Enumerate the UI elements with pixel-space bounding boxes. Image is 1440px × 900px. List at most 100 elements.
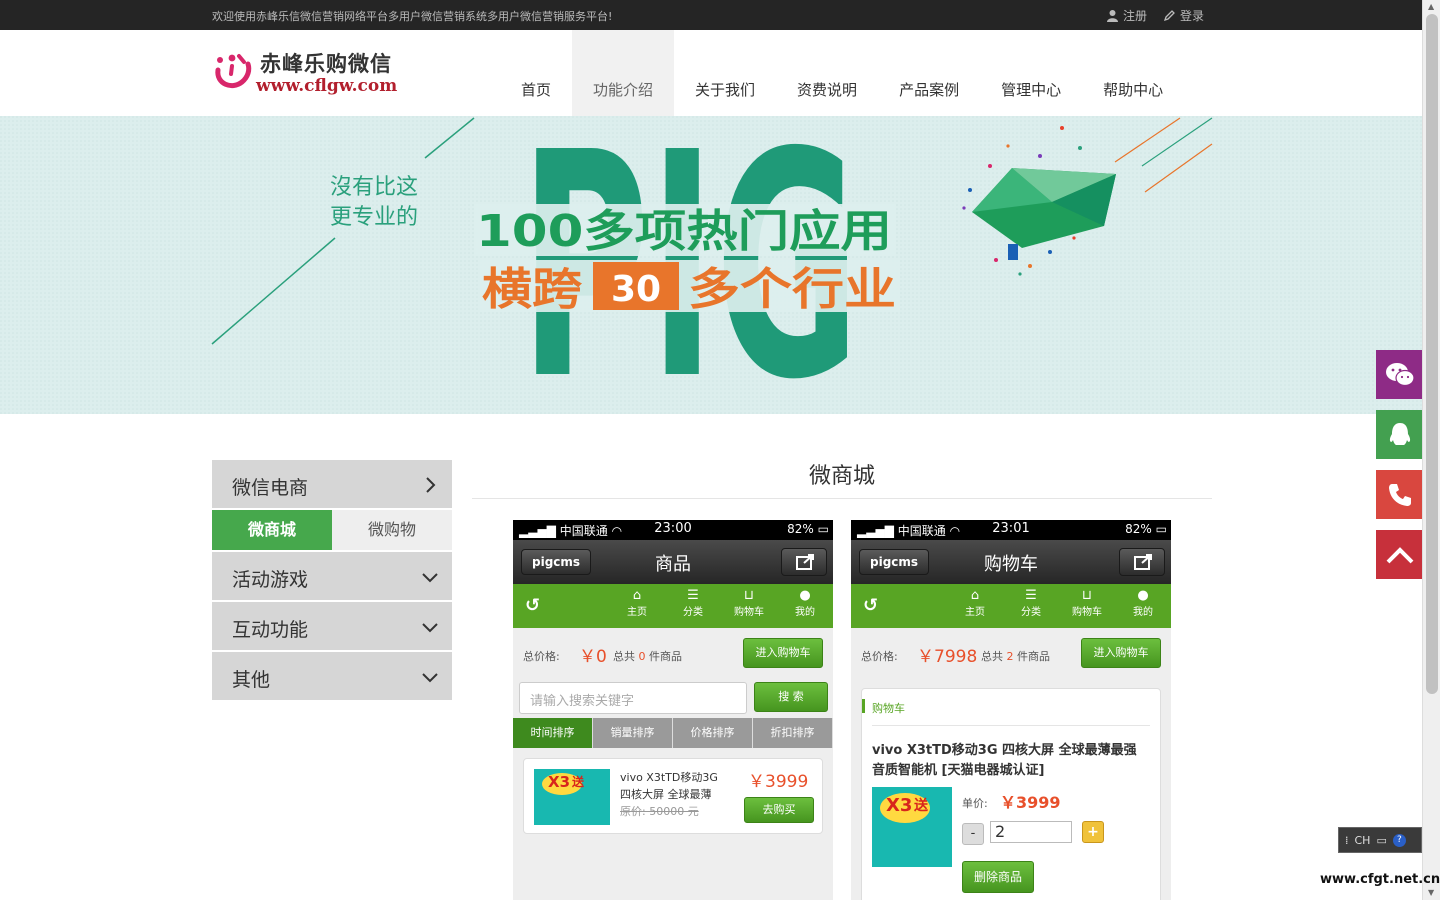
menu-group-games[interactable]: 活动游戏 bbox=[212, 552, 452, 602]
search-button[interactable]: 搜 索 bbox=[754, 682, 828, 712]
nav-item-about[interactable]: 关于我们 bbox=[674, 30, 776, 116]
nav-item-admin[interactable]: 管理中心 bbox=[980, 30, 1082, 116]
tab-cart[interactable]: ⊔ 购物车 bbox=[1059, 584, 1115, 618]
tab-category[interactable]: ☰ 分类 bbox=[665, 584, 721, 618]
scroll-down-icon[interactable]: ▼ bbox=[1428, 888, 1434, 897]
cart-product-image: X3 送 bbox=[872, 787, 952, 867]
product-name-line-2: 四核大屏 全球最薄 bbox=[620, 788, 712, 801]
person-icon: ● bbox=[799, 588, 811, 603]
qty-plus-button[interactable]: + bbox=[1082, 821, 1104, 843]
menu-group-interactive[interactable]: 互动功能 bbox=[212, 602, 452, 652]
count-prefix: 总共 bbox=[981, 650, 1003, 663]
pencil-icon bbox=[1163, 10, 1175, 22]
share-button[interactable] bbox=[781, 548, 827, 576]
menu-group-other[interactable]: 其他 bbox=[212, 652, 452, 702]
delete-item-button[interactable]: 删除商品 bbox=[962, 861, 1034, 893]
phone-float-button[interactable] bbox=[1376, 470, 1423, 519]
nav-item-help[interactable]: 帮助中心 bbox=[1082, 30, 1184, 116]
ime-toolbar[interactable]: ⁞ CH ▭ ? bbox=[1338, 827, 1422, 853]
scrollbar-thumb[interactable] bbox=[1426, 14, 1438, 694]
battery-level: 82% bbox=[787, 522, 814, 536]
banner-slogan-1: 沒有比这 bbox=[330, 175, 418, 200]
help-icon[interactable]: ? bbox=[1392, 833, 1406, 847]
phone-title-bar: pigcms 购物车 bbox=[851, 540, 1171, 584]
logo[interactable]: 赤峰乐购微信 www.cflgw.com bbox=[212, 46, 412, 106]
menu-group-label: 互动功能 bbox=[232, 619, 309, 641]
tab-label: 我的 bbox=[1133, 607, 1153, 618]
tab-mine[interactable]: ● 我的 bbox=[777, 584, 833, 618]
tab-cart[interactable]: ⊔ 购物车 bbox=[721, 584, 777, 618]
qty-input[interactable]: 2 bbox=[990, 821, 1072, 843]
phone-status-bar: ▂▃▅▇ 中国联通 ◠ 23:00 82% ▭ bbox=[513, 520, 833, 540]
tab-mine[interactable]: ● 我的 bbox=[1115, 584, 1171, 618]
submenu-item-micro-shopping[interactable]: 微购物 bbox=[332, 510, 452, 550]
register-label: 注册 bbox=[1122, 9, 1147, 23]
total-price: ￥7998 bbox=[917, 647, 978, 667]
home-icon: ⌂ bbox=[632, 588, 642, 603]
submenu-item-micro-mall[interactable]: 微商城 bbox=[212, 510, 332, 550]
nav-item-features[interactable]: 功能介绍 bbox=[572, 30, 675, 116]
banner-slogan-2: 更专业的 bbox=[330, 205, 418, 230]
total-row: 总价格: ￥7998 总共 2 件商品 进入购物车 bbox=[851, 628, 1171, 678]
total-label: 总价格: bbox=[861, 650, 898, 663]
phone-tab-bar: ↺ ⌂ 主页 ☰ 分类 ⊔ 购物车 ● 我的 bbox=[851, 584, 1171, 628]
wechat-float-button[interactable] bbox=[1376, 350, 1423, 399]
menu-group-wechat-ecommerce[interactable]: 微信电商 bbox=[212, 460, 452, 510]
page-scrollbar[interactable]: ▲ ▼ bbox=[1422, 0, 1440, 900]
sort-price[interactable]: 价格排序 bbox=[673, 718, 753, 748]
chevron-down-icon bbox=[422, 623, 438, 633]
product-image-word: X3 bbox=[548, 773, 571, 791]
cart-product-name-2: 音质智能机 [天猫电器城认证] bbox=[872, 763, 1045, 778]
tab-label: 购物车 bbox=[1072, 607, 1102, 618]
status-time: 23:00 bbox=[654, 521, 692, 536]
tab-category[interactable]: ☰ 分类 bbox=[1003, 584, 1059, 618]
login-label: 登录 bbox=[1179, 9, 1204, 23]
logo-mark-icon bbox=[215, 54, 252, 88]
status-time: 23:01 bbox=[992, 521, 1030, 536]
back-to-top-button[interactable] bbox=[1376, 530, 1423, 579]
nav-item-home[interactable]: 首页 bbox=[500, 30, 572, 116]
cart-product-name-1: vivo X3tTD移动3G 四核大屏 全球最薄最强 bbox=[872, 743, 1137, 758]
item-count: 2 bbox=[1006, 650, 1014, 663]
submenu: 微商城 微购物 bbox=[212, 510, 452, 552]
back-icon[interactable]: ↺ bbox=[525, 595, 540, 616]
nav-item-cases[interactable]: 产品案例 bbox=[878, 30, 980, 116]
product-card[interactable]: X3 送 vivo X3tTD移动3G 四核大屏 全球最薄 原价: 50000 … bbox=[523, 758, 823, 834]
page: 欢迎使用赤峰乐信微信营销网络平台多用户微信营销系统多用户微信营销服务平台! 注册… bbox=[0, 0, 1440, 900]
login-link[interactable]: 登录 bbox=[1163, 7, 1204, 24]
product-image-send: 送 bbox=[914, 798, 928, 814]
sort-time[interactable]: 时间排序 bbox=[513, 718, 593, 748]
tab-label: 分类 bbox=[1021, 607, 1041, 618]
ime-language[interactable]: CH bbox=[1355, 834, 1371, 847]
scroll-up-icon[interactable]: ▲ bbox=[1428, 2, 1434, 11]
enter-cart-button[interactable]: 进入购物车 bbox=[743, 638, 823, 668]
enter-cart-button[interactable]: 进入购物车 bbox=[1081, 638, 1161, 668]
tab-label: 分类 bbox=[683, 607, 703, 618]
sort-bar: 时间排序 销量排序 价格排序 折扣排序 bbox=[513, 718, 833, 748]
sort-discount[interactable]: 折扣排序 bbox=[753, 718, 833, 748]
account-links: 注册 登录 bbox=[1106, 7, 1204, 24]
qty-minus-button[interactable]: - bbox=[962, 823, 984, 845]
cart-card: 购物车 vivo X3tTD移动3G 四核大屏 全球最薄最强 音质智能机 [天猫… bbox=[861, 688, 1161, 900]
nav-item-pricing[interactable]: 资费说明 bbox=[776, 30, 878, 116]
hero-banner[interactable]: PIG 沒有比这 更专业的 100多项热门应用 横跨 30 多个行业 bbox=[0, 116, 1422, 414]
section-divider bbox=[472, 498, 1212, 499]
banner-headline-2b: 30 bbox=[611, 269, 661, 310]
search-input[interactable]: 请输入搜索关键字 bbox=[519, 682, 747, 714]
back-icon[interactable]: ↺ bbox=[863, 595, 878, 616]
tab-home[interactable]: ⌂ 主页 bbox=[609, 584, 665, 618]
keyboard-icon[interactable]: ▭ bbox=[1376, 834, 1386, 847]
qq-float-button[interactable] bbox=[1376, 410, 1423, 459]
share-icon bbox=[796, 554, 814, 570]
phone-screenshot-cart: ▂▃▅▇ 中国联通 ◠ 23:01 82% ▭ pigcms 购物车 ↺ ⌂ 主页… bbox=[851, 520, 1171, 900]
tab-home[interactable]: ⌂ 主页 bbox=[947, 584, 1003, 618]
product-name-line-1: vivo X3tTD移动3G bbox=[620, 771, 718, 784]
unit-price-label: 单价: bbox=[962, 797, 988, 810]
home-icon: ⌂ bbox=[970, 588, 980, 603]
share-button[interactable] bbox=[1119, 548, 1165, 576]
register-link[interactable]: 注册 bbox=[1106, 7, 1147, 24]
item-count: 0 bbox=[638, 650, 646, 663]
chevron-up-icon bbox=[1386, 546, 1413, 563]
buy-button[interactable]: 去购买 bbox=[744, 797, 814, 823]
sort-sales[interactable]: 销量排序 bbox=[593, 718, 673, 748]
